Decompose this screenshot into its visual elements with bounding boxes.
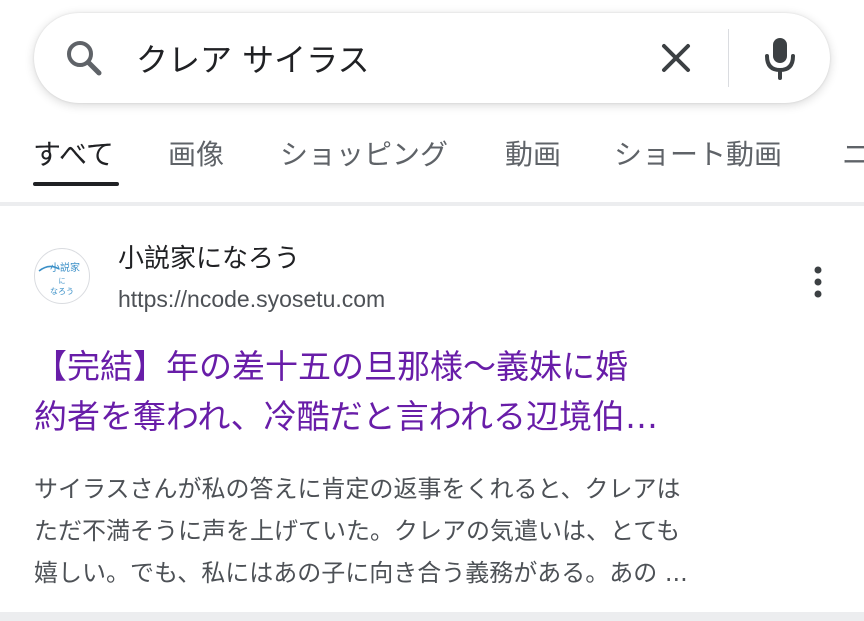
- favicon-text-line2: に: [59, 277, 66, 285]
- result-title-link[interactable]: 【完結】年の差十五の旦那様〜義妹に婚 約者を奪われ、冷酷だと言われる辺境伯…: [34, 342, 834, 442]
- snippet-line: サイラスさんが私の答えに肯定の返事をくれると、クレアは: [34, 475, 681, 503]
- tab-images[interactable]: 画像: [168, 128, 224, 188]
- result-snippet: サイラスさんが私の答えに肯定の返事をくれると、クレアは ただ不満そうに声を上げて…: [34, 468, 834, 594]
- site-favicon[interactable]: 小説家 に なろう: [34, 248, 90, 304]
- result-title-line: 【完結】年の差十五の旦那様〜義妹に婚: [34, 347, 628, 386]
- tab-short-videos[interactable]: ショート動画: [614, 128, 782, 188]
- search-result: 小説家 に なろう 小説家になろう https://ncode.syosetu.…: [0, 206, 864, 612]
- close-icon[interactable]: [658, 40, 694, 76]
- tab-news-partial[interactable]: ニ: [842, 128, 864, 188]
- active-tab-indicator: [33, 182, 119, 186]
- snippet-line: 嬉しい。でも、私にはあの子に向き合う義務がある。あの ...: [34, 559, 688, 587]
- search-icon[interactable]: [64, 38, 104, 78]
- search-bar: [34, 13, 830, 103]
- favicon-logo: 小説家 に なろう: [38, 261, 80, 296]
- site-url[interactable]: https://ncode.syosetu.com: [118, 284, 385, 314]
- tab-shopping[interactable]: ショッピング: [280, 128, 448, 188]
- more-vert-icon[interactable]: [806, 264, 830, 300]
- snippet-line: ただ不満そうに声を上げていた。クレアの気遣いは、とても: [34, 517, 681, 545]
- site-name[interactable]: 小説家になろう: [118, 242, 300, 276]
- search-tabs: すべて 画像 ショッピング 動画 ショート動画 ニ: [0, 128, 864, 188]
- page: すべて 画像 ショッピング 動画 ショート動画 ニ 小説家 に なろう 小説家に…: [0, 0, 864, 621]
- search-divider: [728, 29, 729, 87]
- favicon-text-line1: 小説家: [50, 261, 80, 274]
- tab-all[interactable]: すべて: [33, 128, 114, 188]
- result-title-line: 約者を奪われ、冷酷だと言われる辺境伯…: [34, 397, 659, 436]
- search-input[interactable]: [136, 33, 636, 83]
- tab-videos[interactable]: 動画: [505, 128, 561, 188]
- mic-icon[interactable]: [760, 34, 800, 82]
- result-divider: [0, 612, 864, 621]
- favicon-text-line3: なろう: [50, 287, 74, 296]
